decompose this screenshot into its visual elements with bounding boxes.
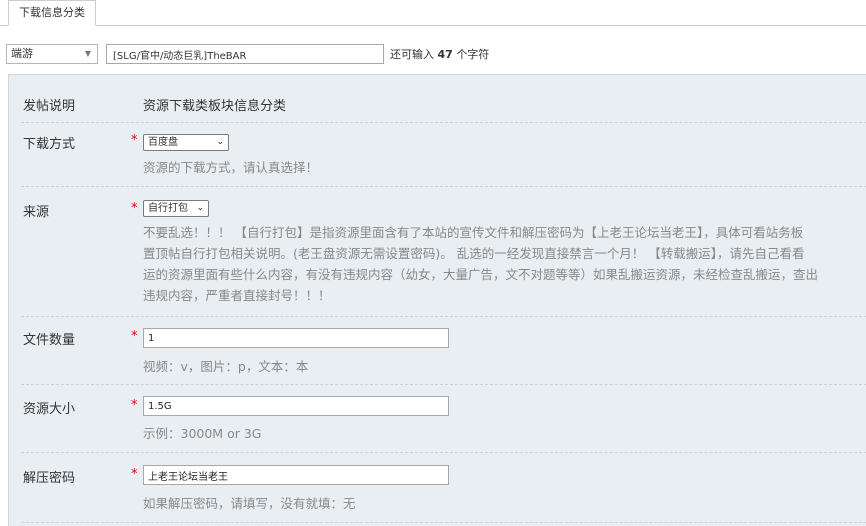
row-size: 资源大小 * 示例：3000M or 3G xyxy=(21,385,866,453)
chevron-down-icon: ⌄ xyxy=(216,137,224,147)
required-star: * xyxy=(131,467,138,482)
file-count-label: 文件数量 xyxy=(23,333,76,348)
file-count-input[interactable] xyxy=(143,328,449,348)
counter-number: 47 xyxy=(437,48,453,61)
counter-suffix: 个字符 xyxy=(456,48,490,61)
title-input[interactable] xyxy=(106,44,384,64)
required-star: * xyxy=(131,398,138,413)
tab-download-info[interactable]: 下载信息分类 xyxy=(8,0,96,26)
row-download: 下载方式 * 百度盘 ⌄ 资源的下载方式，请认真选择！ xyxy=(21,123,866,187)
source-value: 自行打包 xyxy=(148,203,188,214)
password-label: 解压密码 xyxy=(23,471,76,486)
size-input[interactable] xyxy=(143,396,449,416)
password-desc: 如果解压密码，请填写，没有就填：无 xyxy=(143,496,356,511)
counter-prefix: 还可输入 xyxy=(390,48,434,61)
chevron-down-icon: ▼ xyxy=(84,49,91,58)
row-intro: 发帖说明 资源下载类板块信息分类 xyxy=(21,75,866,123)
required-star: * xyxy=(131,329,138,344)
source-desc: 不要乱选！！！ 【自行打包】是指资源里面含有了本站的宣传文件和解压密码为【上老王… xyxy=(143,222,866,306)
source-label: 来源 xyxy=(23,205,50,220)
source-desc-line: 运的资源里面有些什么内容，有没有违规内容（幼女，大量广告，文不对题等等）如果乱搬… xyxy=(143,267,819,282)
file-count-desc: 视频：v，图片：p，文本：本 xyxy=(143,359,309,374)
required-star: * xyxy=(131,133,138,148)
source-select[interactable]: 自行打包 ⌄ xyxy=(143,200,209,217)
row-password: 解压密码 * 如果解压密码，请填写，没有就填：无 xyxy=(21,453,866,523)
source-desc-line: 置顶帖自行打包相关说明。(老王盘资源无需设置密码)。 乱选的一经发现直接禁言一个… xyxy=(143,246,805,261)
row-source: 来源 * 自行打包 ⌄ 不要乱选！！！ 【自行打包】是指资源里面含有了本站的宣传… xyxy=(21,187,866,317)
source-desc-line: 不要乱选！！！ 【自行打包】是指资源里面含有了本站的宣传文件和解压密码为【上老王… xyxy=(143,225,804,240)
size-label: 资源大小 xyxy=(23,402,76,417)
intro-label: 发帖说明 xyxy=(23,99,76,114)
form-panel: 发帖说明 资源下载类板块信息分类 下载方式 * 百度盘 ⌄ 资源的下载方式，请认… xyxy=(8,74,866,526)
row-file-count: 文件数量 * 视频：v，图片：p，文本：本 xyxy=(21,317,866,385)
download-method-value: 百度盘 xyxy=(148,137,178,148)
required-star: * xyxy=(131,201,138,216)
size-desc: 示例：3000M or 3G xyxy=(143,426,262,441)
download-desc: 资源的下载方式，请认真选择！ xyxy=(143,160,319,175)
source-desc-line: 违规内容，严重者直接封号！！！ xyxy=(143,288,331,303)
category-select[interactable]: 端游 ▼ xyxy=(6,44,98,64)
char-counter: 还可输入 47 个字符 xyxy=(390,46,489,62)
intro-value: 资源下载类板块信息分类 xyxy=(143,99,287,114)
password-input[interactable] xyxy=(143,465,449,485)
chevron-down-icon: ⌄ xyxy=(196,203,204,213)
category-select-value: 端游 xyxy=(11,47,33,60)
tab-bar: 下载信息分类 xyxy=(0,0,866,26)
download-method-select[interactable]: 百度盘 ⌄ xyxy=(143,134,229,151)
download-label: 下载方式 xyxy=(23,137,76,152)
